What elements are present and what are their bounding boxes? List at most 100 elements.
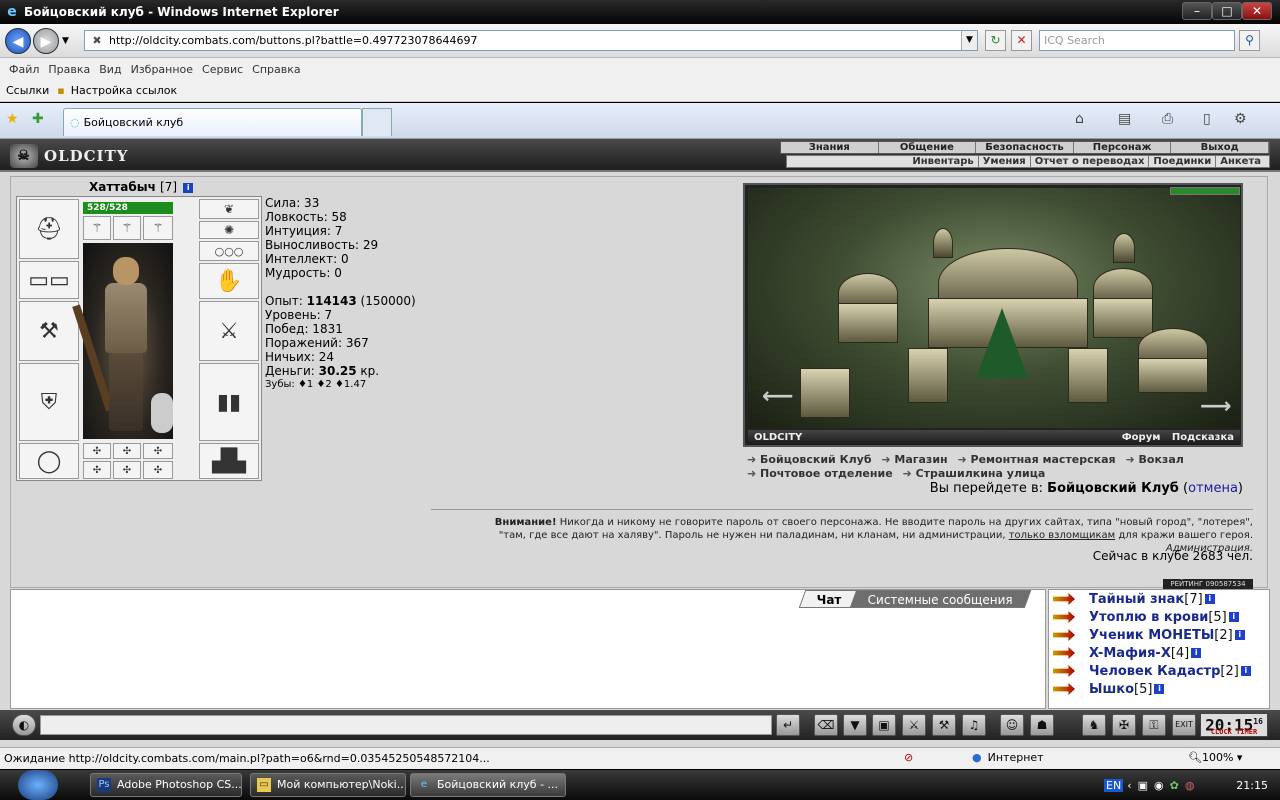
chat-input[interactable]	[40, 715, 772, 735]
offhand-slot[interactable]: ⚔	[199, 301, 259, 361]
arrow-right-icon[interactable]: ⟶	[1200, 394, 1232, 419]
boots-slot[interactable]: ▟▙	[199, 443, 259, 479]
user-item[interactable]: Тайный знак [7] i	[1049, 590, 1269, 608]
user-item[interactable]: Утоплю в крови [5] i	[1049, 608, 1269, 626]
submenu-inventory[interactable]: Инвентарь	[908, 156, 979, 167]
home-icon[interactable]: ⌂	[1075, 111, 1084, 127]
bag-icon[interactable]: ♞	[1082, 714, 1106, 736]
task-fightclub[interactable]: e Бойцовский клуб - ...	[410, 773, 566, 797]
save-icon[interactable]: ▣	[872, 714, 896, 736]
submenu-skills[interactable]: Умения	[979, 156, 1031, 167]
legs-slot[interactable]: ▮▮	[199, 363, 259, 441]
menu-knowledge[interactable]: Знания	[781, 142, 879, 153]
task-mycomputer[interactable]: ▭ Мой компьютер\Noki...	[250, 773, 406, 797]
address-field[interactable]: ✖ http://oldcity.combats.com/buttons.pl?…	[84, 30, 978, 51]
sound-icon[interactable]: ♫	[962, 714, 986, 736]
send-icon[interactable]: ↵	[776, 714, 800, 736]
bracers-slot[interactable]: ▭▭	[19, 261, 79, 299]
hint-link[interactable]: Подсказка	[1172, 432, 1234, 443]
search-icon[interactable]: ⚲	[1239, 30, 1260, 51]
amulet-slot[interactable]: ✺	[199, 221, 259, 239]
user-item[interactable]: Ышко [5] i	[1049, 680, 1269, 698]
back-button[interactable]: ◀	[5, 28, 31, 54]
hackers-link[interactable]: только взломщикам	[1009, 530, 1115, 541]
small-slot-1[interactable]: ✣	[83, 443, 111, 459]
helmet-slot[interactable]: ⛑	[19, 199, 79, 259]
tools-gear-icon[interactable]: ⚙	[1234, 111, 1247, 127]
user-item[interactable]: Человек Кадастр [2] i	[1049, 662, 1269, 680]
refresh-button[interactable]: ↻	[985, 30, 1006, 51]
close-button[interactable]: ✕	[1242, 2, 1272, 20]
volume-icon[interactable]: ◉	[1154, 779, 1164, 792]
add-favorite-icon[interactable]: ✚	[32, 111, 44, 127]
tab-system-messages[interactable]: Системные сообщения	[849, 590, 1031, 608]
address-dropdown-icon[interactable]: ▼	[961, 31, 977, 50]
menu-file[interactable]: Файл	[9, 63, 39, 76]
antivirus-icon[interactable]: ◍	[1185, 779, 1195, 792]
forward-button[interactable]: ▶	[33, 28, 59, 54]
search-input[interactable]: ICQ Search	[1039, 30, 1235, 51]
stop-button[interactable]: ✕	[1011, 30, 1032, 51]
menu-help[interactable]: Справка	[252, 63, 300, 76]
small-slot-5[interactable]: ✣	[113, 461, 141, 479]
submenu-profile[interactable]: Анкета	[1216, 156, 1265, 167]
links-settings[interactable]: Настройка ссылок	[71, 84, 177, 97]
exit-icon[interactable]: EXIT	[1172, 714, 1196, 736]
small-slot-6[interactable]: ✣	[143, 461, 173, 479]
tray-arrow-icon[interactable]: ‹	[1127, 779, 1131, 792]
game-logo[interactable]: ☠ OLDCITY	[10, 143, 130, 169]
menu-exit[interactable]: Выход	[1171, 142, 1269, 153]
lock-icon[interactable]: ⚿	[1142, 714, 1166, 736]
craft-icon[interactable]: ✠	[1112, 714, 1136, 736]
clear-icon[interactable]: ⌫	[814, 714, 838, 736]
link-shop[interactable]: Магазин	[881, 453, 947, 466]
menu-character[interactable]: Персонаж	[1074, 142, 1172, 153]
zoom-control[interactable]: 🔍︎100% ▾	[1188, 751, 1242, 764]
small-slot-4[interactable]: ✣	[83, 461, 111, 479]
menu-communication[interactable]: Общение	[879, 142, 977, 153]
duel-icon[interactable]: ⚒	[932, 714, 956, 736]
rings-slot[interactable]: ○○○	[199, 241, 259, 261]
tab-fightclub[interactable]: ◌ Бойцовский клуб	[63, 108, 362, 136]
user-item[interactable]: X-Мафия-X [4] i	[1049, 644, 1269, 662]
arrow-left-icon[interactable]: ⟵	[762, 384, 794, 409]
city-image[interactable]: ⟵ ⟶	[748, 188, 1240, 428]
menu-favorites[interactable]: Избранное	[131, 63, 193, 76]
filter-icon[interactable]: ▼	[843, 714, 867, 736]
info-icon[interactable]: i	[183, 182, 194, 193]
link-fightclub[interactable]: Бойцовский Клуб	[747, 453, 872, 466]
security-icon[interactable]: ⊘	[904, 751, 913, 764]
menu-security[interactable]: Безопасность	[976, 142, 1074, 153]
link-station[interactable]: Вокзал	[1125, 453, 1183, 466]
rune-slot-3[interactable]: ⚚	[143, 216, 173, 240]
link-post[interactable]: Почтовое отделение	[747, 467, 893, 480]
goto-cancel-link[interactable]: отмена	[1188, 481, 1238, 496]
page-icon[interactable]: ▯	[1203, 111, 1211, 127]
icq-icon[interactable]: ✿	[1170, 779, 1179, 792]
favorites-star-icon[interactable]: ★	[6, 111, 19, 127]
link-scary-street[interactable]: Страшилкина улица	[903, 467, 1046, 480]
small-slot-2[interactable]: ✣	[113, 443, 141, 459]
menu-view[interactable]: Вид	[99, 63, 121, 76]
clock-timer[interactable]: 20:1516 CLOCK TIMER	[1200, 713, 1268, 737]
new-tab-button[interactable]	[362, 108, 392, 136]
tray-clock[interactable]: 21:15	[1236, 779, 1268, 792]
submenu-transfers[interactable]: Отчет о переводах	[1031, 156, 1150, 167]
task-photoshop[interactable]: Ps Adobe Photoshop CS...	[90, 773, 242, 797]
char-name-text[interactable]: Хаттабыч	[89, 180, 156, 194]
link-repair[interactable]: Ремонтная мастерская	[957, 453, 1115, 466]
history-dropdown-icon[interactable]: ▼	[62, 36, 69, 46]
network-icon[interactable]: ▣	[1138, 779, 1148, 792]
user-item[interactable]: Ученик МОНЕТЫ [2] i	[1049, 626, 1269, 644]
character-avatar[interactable]	[72, 243, 173, 439]
start-button[interactable]	[18, 770, 58, 800]
speaker-icon[interactable]: ◐	[12, 714, 36, 736]
language-indicator[interactable]: EN	[1104, 778, 1124, 792]
clan-icon[interactable]: ☗	[1030, 714, 1054, 736]
menu-edit[interactable]: Правка	[48, 63, 90, 76]
small-slot-3[interactable]: ✣	[143, 443, 173, 459]
rune-slot-2[interactable]: ⚚	[113, 216, 141, 240]
gloves-slot[interactable]: ✋	[199, 263, 259, 299]
weapon-slot[interactable]: ⚒	[19, 301, 79, 361]
rss-icon[interactable]: ▤	[1118, 111, 1131, 127]
